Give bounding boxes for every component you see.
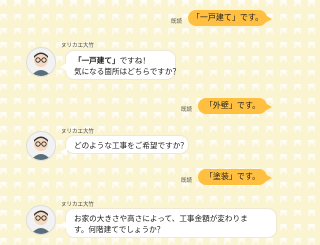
message-text: ですね！: [119, 56, 150, 65]
message-text: お家の大きさや高さによって、工事金額が変わりま: [74, 214, 248, 223]
agent-name: ヌリカエ大竹: [61, 43, 95, 49]
message-text: す。何階建てでしょうか？: [74, 225, 165, 234]
user-message-bubble: 「塗装」です。: [198, 169, 272, 185]
agent-message-bubble: どのような工事をご希望ですか？: [60, 135, 189, 156]
agent-name: ヌリカエ大竹: [61, 129, 95, 135]
agent-avatar-icon: [26, 47, 56, 77]
agent-message-bubble: お家の大きさや高さによって、工事金額が変わりま す。何階建てでしょうか？: [60, 208, 277, 238]
chat-thread: 既読 「一戸建て」です。 ヌリカエ大竹 「一戸建て」ですね！ 気になる箇所はどち…: [0, 0, 300, 245]
emphasis-text: 「一戸建て」: [74, 56, 120, 65]
agent-name: ヌリカエ大竹: [61, 202, 95, 208]
read-receipt: 既読: [171, 19, 183, 25]
message-text: 気になる箇所はどちらですか？: [74, 67, 181, 76]
user-message-bubble: 「外壁」です。: [198, 98, 272, 114]
read-receipt: 既読: [181, 178, 193, 184]
read-receipt: 既読: [181, 107, 193, 113]
agent-avatar-icon: [26, 205, 56, 235]
message-text: どのような工事をご希望ですか？: [74, 141, 188, 150]
user-message-bubble: 「一戸建て」です。: [188, 10, 272, 26]
agent-avatar-icon: [26, 131, 56, 161]
agent-message-bubble: 「一戸建て」ですね！ 気になる箇所はどちらですか？: [60, 50, 181, 80]
